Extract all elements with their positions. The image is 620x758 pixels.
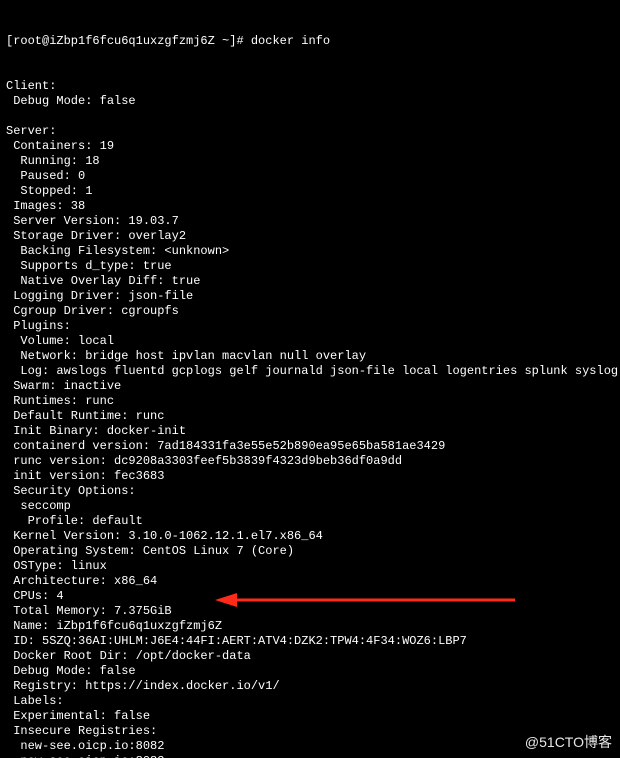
output-line: Plugins:	[6, 319, 614, 334]
output-line: Labels:	[6, 694, 614, 709]
output-line: Docker Root Dir: /opt/docker-data	[6, 649, 614, 664]
output-line: Profile: default	[6, 514, 614, 529]
output-line: Name: iZbp1f6fcu6q1uxzgfzmj6Z	[6, 619, 614, 634]
output-line: Volume: local	[6, 334, 614, 349]
output-line: Logging Driver: json-file	[6, 289, 614, 304]
output-line: Storage Driver: overlay2	[6, 229, 614, 244]
output-line: Cgroup Driver: cgroupfs	[6, 304, 614, 319]
output-line: Default Runtime: runc	[6, 409, 614, 424]
output-line	[6, 109, 614, 124]
output-line: OSType: linux	[6, 559, 614, 574]
terminal-window: [root@iZbp1f6fcu6q1uxzgfzmj6Z ~]# docker…	[0, 0, 620, 758]
output-line: Debug Mode: false	[6, 94, 614, 109]
output-line: Log: awslogs fluentd gcplogs gelf journa…	[6, 364, 614, 379]
output-line: Operating System: CentOS Linux 7 (Core)	[6, 544, 614, 559]
output-line: Swarm: inactive	[6, 379, 614, 394]
output-line: Kernel Version: 3.10.0-1062.12.1.el7.x86…	[6, 529, 614, 544]
output-line: containerd version: 7ad184331fa3e55e52b8…	[6, 439, 614, 454]
output-line: ID: 5SZQ:36AI:UHLM:J6E4:44FI:AERT:ATV4:D…	[6, 634, 614, 649]
output-line: Total Memory: 7.375GiB	[6, 604, 614, 619]
output-line: Debug Mode: false	[6, 664, 614, 679]
output-line: Init Binary: docker-init	[6, 424, 614, 439]
output-line: Architecture: x86_64	[6, 574, 614, 589]
output-line: CPUs: 4	[6, 589, 614, 604]
output-line: new-see.oicp.io:8083	[6, 754, 614, 758]
output-line: Security Options:	[6, 484, 614, 499]
output-line: Runtimes: runc	[6, 394, 614, 409]
terminal-output: Client: Debug Mode: false Server: Contai…	[6, 79, 614, 758]
output-line: Experimental: false	[6, 709, 614, 724]
prompt-line: [root@iZbp1f6fcu6q1uxzgfzmj6Z ~]# docker…	[6, 34, 614, 49]
output-line: Client:	[6, 79, 614, 94]
output-line: seccomp	[6, 499, 614, 514]
output-line: Insecure Registries:	[6, 724, 614, 739]
output-line: Paused: 0	[6, 169, 614, 184]
output-line: Stopped: 1	[6, 184, 614, 199]
output-line: Network: bridge host ipvlan macvlan null…	[6, 349, 614, 364]
output-line: Backing Filesystem: <unknown>	[6, 244, 614, 259]
watermark-label: @51CTO博客	[525, 735, 612, 750]
output-line: runc version: dc9208a3303feef5b3839f4323…	[6, 454, 614, 469]
output-line: Containers: 19	[6, 139, 614, 154]
output-line: Native Overlay Diff: true	[6, 274, 614, 289]
output-line: Server Version: 19.03.7	[6, 214, 614, 229]
output-line: Supports d_type: true	[6, 259, 614, 274]
output-line: new-see.oicp.io:8082	[6, 739, 614, 754]
output-line: Registry: https://index.docker.io/v1/	[6, 679, 614, 694]
output-line: init version: fec3683	[6, 469, 614, 484]
output-line: Server:	[6, 124, 614, 139]
output-line: Running: 18	[6, 154, 614, 169]
output-line: Images: 38	[6, 199, 614, 214]
